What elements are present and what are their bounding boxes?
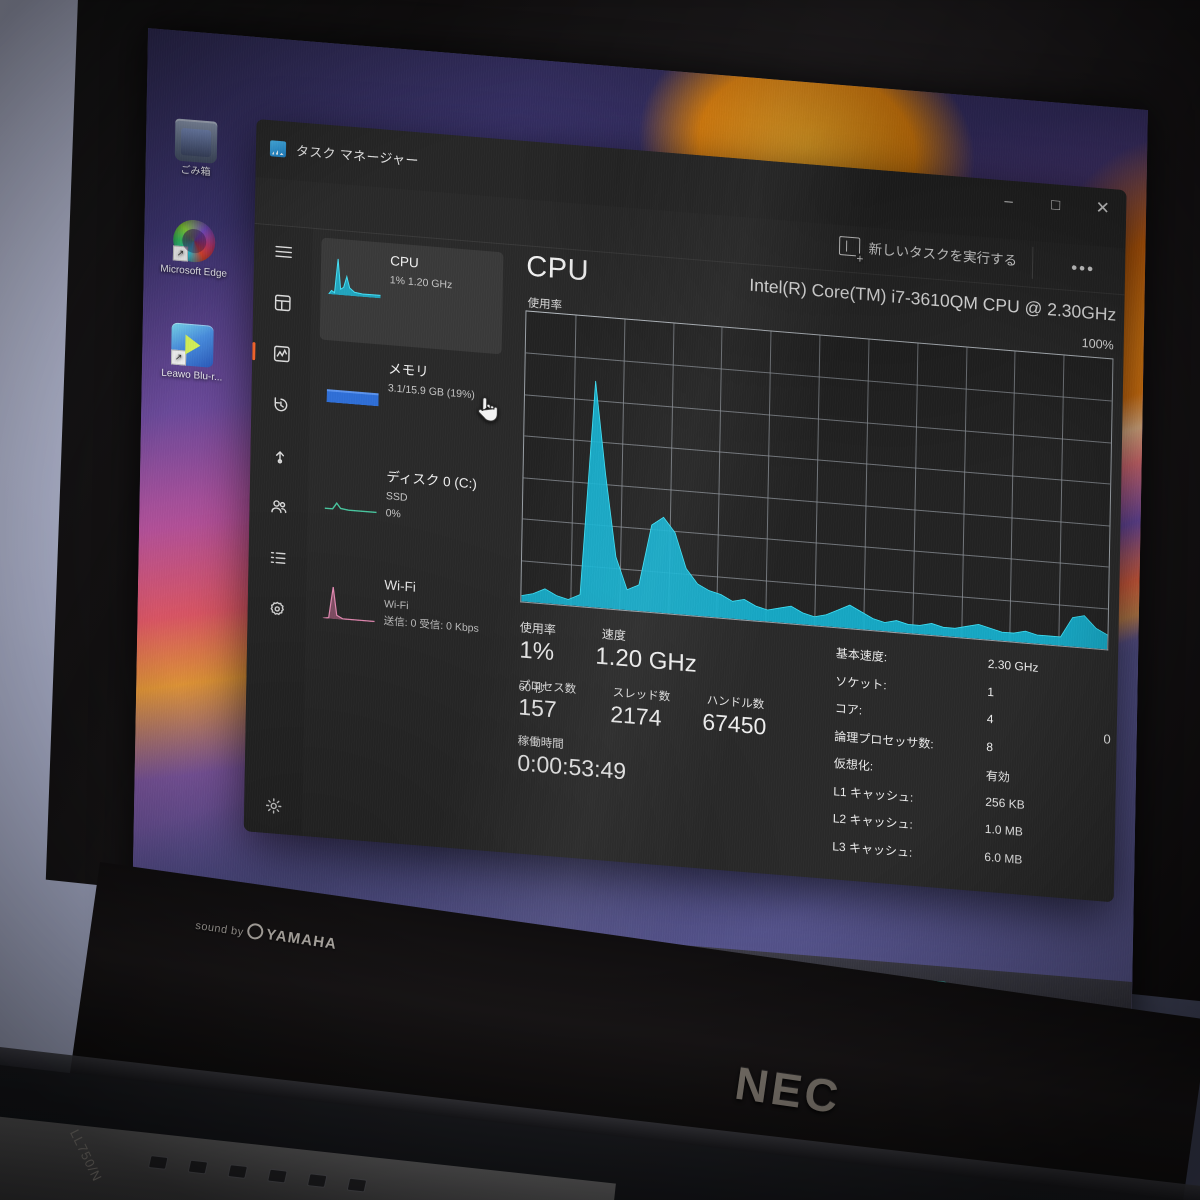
- wifi-sparkline: [322, 572, 376, 623]
- resource-meta: CPU 1% 1.20 GHz: [389, 253, 453, 350]
- yamaha-tuning-fork-icon: [246, 922, 265, 941]
- resource-sub: 3.1/15.9 GB (19%): [387, 382, 475, 402]
- disk-sparkline: [324, 464, 378, 514]
- details-icon[interactable]: [261, 541, 294, 574]
- run-new-task-label: 新しいタスクを実行する: [868, 241, 1018, 269]
- threads-value: 2174: [610, 700, 662, 732]
- resource-meta: Wi-Fi Wi-Fi 送信: 0 受信: 0 Kbps: [383, 577, 480, 677]
- spec-value: 256 KB: [985, 794, 1025, 812]
- close-button[interactable]: ✕: [1079, 187, 1127, 231]
- spec-value: 8: [986, 739, 994, 754]
- task-manager-icon: [269, 140, 287, 158]
- performance-icon[interactable]: [265, 337, 298, 370]
- window-title: タスク マネージャー: [295, 143, 419, 169]
- navigation-rail: [243, 224, 313, 837]
- resource-item-disk[interactable]: ディスク 0 (C:) SSD 0%: [316, 454, 500, 571]
- toolbar-divider: [1031, 246, 1034, 279]
- users-icon[interactable]: [262, 490, 295, 523]
- minimize-button[interactable]: –: [985, 179, 1033, 223]
- more-options-button[interactable]: •••: [1071, 258, 1095, 280]
- handles-value: 67450: [702, 708, 767, 740]
- graph-y-max-label: 100%: [1081, 335, 1114, 353]
- processes-icon[interactable]: [266, 286, 299, 319]
- cpu-stats: 使用率 速度 1% 1.20 GHz プロセス数 スレッド数 ハンドル数 157…: [517, 618, 820, 801]
- task-manager-window: タスク マネージャー – □ ✕ 新しいタスクを実行する •••: [243, 119, 1127, 903]
- resource-list: CPU 1% 1.20 GHz メモリ 3.1/15.9 GB (19%) ディ…: [301, 228, 513, 854]
- spec-value: 2.30 GHz: [987, 656, 1039, 675]
- photograph-of-laptop: ごみ箱 ↗ Microsoft Edge ↗ Leawo Blu-r... タス…: [0, 0, 1200, 1200]
- desktop-icon-recycle-bin[interactable]: ごみ箱: [159, 117, 232, 180]
- memory-sparkline: [326, 356, 380, 407]
- recycle-bin-icon: [174, 118, 218, 164]
- spec-value: 1: [987, 684, 995, 699]
- spec-key: L3 キャッシュ:: [832, 838, 913, 860]
- performance-detail-panel: CPU Intel(R) Core(TM) i7-3610QM CPU @ 2.…: [502, 245, 1125, 902]
- spec-key: 仮想化:: [833, 756, 874, 774]
- detail-heading: CPU: [525, 250, 590, 288]
- run-new-task-button[interactable]: 新しいタスクを実行する: [838, 235, 1017, 270]
- spec-value: 有効: [985, 768, 1010, 785]
- leawo-bluray-icon: ↗: [170, 322, 214, 368]
- resource-item-wifi[interactable]: Wi-Fi Wi-Fi 送信: 0 受信: 0 Kbps: [314, 562, 498, 679]
- resource-sub: 1% 1.20 GHz: [389, 274, 453, 292]
- startup-apps-icon[interactable]: [263, 439, 296, 472]
- speed-label: 速度: [601, 627, 626, 644]
- spec-value: 6.0 MB: [984, 849, 1023, 867]
- new-task-icon: [838, 235, 860, 257]
- processes-value: 157: [518, 693, 557, 723]
- mouse-cursor-hand-icon: [477, 397, 499, 422]
- cpu-spec-table: 基本速度: 2.30 GHz ソケット: 1 コア: 4 論理プロセッサ数: 8 仮想化…: [832, 644, 1127, 891]
- hamburger-menu-icon[interactable]: [267, 235, 300, 268]
- edge-icon: ↗: [172, 218, 216, 264]
- app-history-icon[interactable]: [264, 388, 297, 421]
- maximize-button[interactable]: □: [1032, 183, 1080, 227]
- resource-item-cpu[interactable]: CPU 1% 1.20 GHz: [319, 237, 504, 355]
- resource-meta: メモリ 3.1/15.9 GB (19%): [387, 361, 476, 460]
- spec-key: 基本速度:: [835, 646, 888, 665]
- desktop-icon-edge[interactable]: ↗ Microsoft Edge: [158, 217, 231, 280]
- cpu-sparkline: [328, 248, 381, 299]
- rail-spacer: [274, 644, 276, 769]
- spec-key: コア:: [834, 701, 863, 718]
- utilization-value: 1%: [519, 636, 555, 667]
- spec-value: 1.0 MB: [984, 821, 1023, 839]
- spec-key: 論理プロセッサ数:: [834, 728, 934, 751]
- spec-key: L2 キャッシュ:: [832, 811, 913, 832]
- spec-key: ソケット:: [835, 673, 887, 692]
- resource-name: CPU: [390, 253, 419, 271]
- resource-meta: ディスク 0 (C:) SSD 0%: [385, 469, 477, 568]
- spec-value: 4: [986, 711, 994, 727]
- settings-icon[interactable]: [257, 789, 290, 822]
- services-icon[interactable]: [260, 592, 293, 625]
- shortcut-overlay-icon: ↗: [172, 245, 189, 262]
- cpu-usage-series: [521, 311, 1112, 650]
- shortcut-overlay-icon: ↗: [170, 349, 187, 366]
- cpu-usage-graph: [520, 310, 1114, 651]
- desktop-icon-leawo[interactable]: ↗ Leawo Blu-r...: [156, 321, 229, 384]
- spec-key: L1 キャッシュ:: [833, 783, 914, 805]
- window-body: CPU 1% 1.20 GHz メモリ 3.1/15.9 GB (19%) ディ…: [243, 224, 1125, 902]
